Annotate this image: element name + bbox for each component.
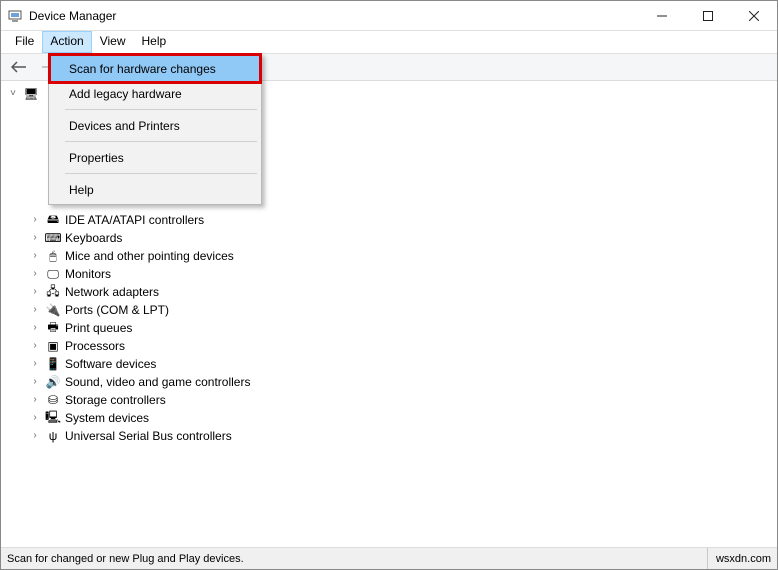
tree-node-label: Processors <box>65 339 125 353</box>
menu-item-devices-and-printers[interactable]: Devices and Printers <box>51 113 259 138</box>
computer-icon: 🖥 <box>23 86 39 102</box>
cpu-icon: ▣ <box>45 338 61 354</box>
tree-node[interactable]: › 📱 Software devices <box>29 355 777 373</box>
tree-node[interactable]: › 🖳 System devices <box>29 409 777 427</box>
tree-node[interactable]: › 🔌 Ports (COM & LPT) <box>29 301 777 319</box>
action-menu-dropdown: Scan for hardware changesAdd legacy hard… <box>48 53 262 205</box>
tree-node-label: Sound, video and game controllers <box>65 375 250 389</box>
tree-node-label: Ports (COM & LPT) <box>65 303 169 317</box>
menu-file[interactable]: File <box>7 31 42 53</box>
menu-separator <box>65 173 257 174</box>
tree-node[interactable]: › 🔊 Sound, video and game controllers <box>29 373 777 391</box>
tree-node[interactable]: › 🖧 Network adapters <box>29 283 777 301</box>
expander-icon[interactable]: › <box>29 429 41 441</box>
menu-separator <box>65 109 257 110</box>
tree-node-label: Software devices <box>65 357 156 371</box>
window-title: Device Manager <box>29 9 116 23</box>
keyboard-icon: ⌨ <box>45 230 61 246</box>
app-icon <box>7 8 23 24</box>
monitor-icon: 🖵 <box>45 266 61 282</box>
tree-node-label: System devices <box>65 411 149 425</box>
expander-icon[interactable]: › <box>29 339 41 351</box>
expander-icon[interactable]: › <box>29 393 41 405</box>
tree-node[interactable]: › ⛁ Storage controllers <box>29 391 777 409</box>
expander-icon[interactable]: › <box>29 357 41 369</box>
tree-node[interactable]: › ⌨ Keyboards <box>29 229 777 247</box>
expander-icon[interactable]: › <box>29 411 41 423</box>
ide-icon: 🖴 <box>45 212 61 228</box>
menu-item-add-legacy-hardware[interactable]: Add legacy hardware <box>51 81 259 106</box>
window-controls <box>639 1 777 31</box>
close-button[interactable] <box>731 1 777 31</box>
tree-node[interactable]: › 🖶 Print queues <box>29 319 777 337</box>
mouse-icon: 🖱 <box>45 248 61 264</box>
usb-icon: ψ <box>45 428 61 444</box>
menu-item-scan-for-hardware-changes[interactable]: Scan for hardware changes <box>48 53 262 84</box>
expander-icon[interactable]: ˅ <box>7 87 19 99</box>
tree-node[interactable]: › 🖴 IDE ATA/ATAPI controllers <box>29 211 777 229</box>
expander-icon[interactable]: › <box>29 249 41 261</box>
expander-icon[interactable]: › <box>29 375 41 387</box>
expander-icon[interactable]: › <box>29 213 41 225</box>
status-right: wsxdn.com <box>707 548 771 569</box>
storage-icon: ⛁ <box>45 392 61 408</box>
menu-item-help[interactable]: Help <box>51 177 259 202</box>
titlebar: Device Manager <box>1 1 777 31</box>
menu-help[interactable]: Help <box>134 31 175 53</box>
tree-node-label: Mice and other pointing devices <box>65 249 234 263</box>
network-icon: 🖧 <box>45 284 61 300</box>
expander-icon[interactable]: › <box>29 267 41 279</box>
tree-node-label: Universal Serial Bus controllers <box>65 429 232 443</box>
menu-item-properties[interactable]: Properties <box>51 145 259 170</box>
tree-node[interactable]: › ψ Universal Serial Bus controllers <box>29 427 777 445</box>
tree-node[interactable]: › 🖱 Mice and other pointing devices <box>29 247 777 265</box>
tree-node-label: Keyboards <box>65 231 122 245</box>
tree-node-label: Monitors <box>65 267 111 281</box>
statusbar: Scan for changed or new Plug and Play de… <box>1 547 777 569</box>
tree-node-label: IDE ATA/ATAPI controllers <box>65 213 204 227</box>
menu-separator <box>65 141 257 142</box>
tree-node[interactable]: › 🖵 Monitors <box>29 265 777 283</box>
back-button[interactable] <box>7 56 31 78</box>
expander-icon[interactable]: › <box>29 285 41 297</box>
menubar: FileActionViewHelp <box>1 31 777 53</box>
minimize-button[interactable] <box>639 1 685 31</box>
maximize-button[interactable] <box>685 1 731 31</box>
tree-node[interactable]: › ▣ Processors <box>29 337 777 355</box>
sound-icon: 🔊 <box>45 374 61 390</box>
port-icon: 🔌 <box>45 302 61 318</box>
expander-icon[interactable]: › <box>29 303 41 315</box>
tree-node-label: Print queues <box>65 321 132 335</box>
tree-node-label: Network adapters <box>65 285 159 299</box>
expander-icon[interactable]: › <box>29 321 41 333</box>
printer-icon: 🖶 <box>45 320 61 336</box>
expander-icon[interactable]: › <box>29 231 41 243</box>
system-icon: 🖳 <box>45 410 61 426</box>
menu-action[interactable]: Action <box>42 31 91 53</box>
tree-node-label: Storage controllers <box>65 393 166 407</box>
status-text: Scan for changed or new Plug and Play de… <box>7 553 244 565</box>
software-icon: 📱 <box>45 356 61 372</box>
menu-view[interactable]: View <box>92 31 134 53</box>
